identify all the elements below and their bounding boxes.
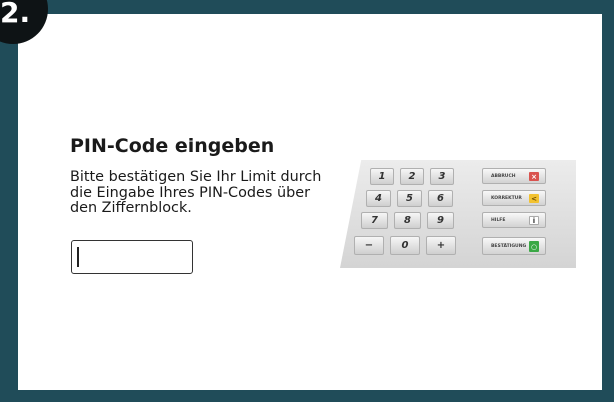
key-minus: − (354, 236, 384, 255)
correction-icon: < (529, 194, 539, 203)
atm-frame: PIN-Code eingeben Bitte bestätigen Sie I… (0, 0, 614, 402)
abbruch-key: ABBRUCH × (482, 168, 546, 184)
text-caret (77, 247, 79, 267)
cancel-icon: × (529, 172, 539, 181)
keypad-illustration: 1 2 3 4 5 6 7 8 9 − 0 + ABBRUCH × KORREK… (340, 160, 576, 268)
confirm-icon: ○ (529, 241, 539, 252)
key-1: 1 (370, 168, 394, 185)
info-icon: i (529, 216, 539, 225)
key-2: 2 (400, 168, 424, 185)
step-number: 2. (0, 0, 31, 29)
key-8: 8 (394, 212, 421, 229)
atm-screen: PIN-Code eingeben Bitte bestätigen Sie I… (18, 14, 602, 390)
key-9: 9 (427, 212, 454, 229)
hilfe-key: HILFE i (482, 212, 546, 228)
key-7: 7 (361, 212, 388, 229)
key-3: 3 (430, 168, 454, 185)
page-title: PIN-Code eingeben (70, 135, 275, 157)
key-0: 0 (390, 236, 420, 255)
pin-input[interactable] (71, 240, 193, 274)
instruction-text: Bitte bestätigen Sie Ihr Limit durch die… (70, 169, 322, 216)
korrektur-key: KORREKTUR < (482, 190, 546, 206)
key-plus: + (426, 236, 456, 255)
bestaetigung-key: BESTÄTIGUNG ○ (482, 237, 546, 255)
key-6: 6 (428, 190, 453, 207)
key-4: 4 (366, 190, 391, 207)
key-5: 5 (397, 190, 422, 207)
